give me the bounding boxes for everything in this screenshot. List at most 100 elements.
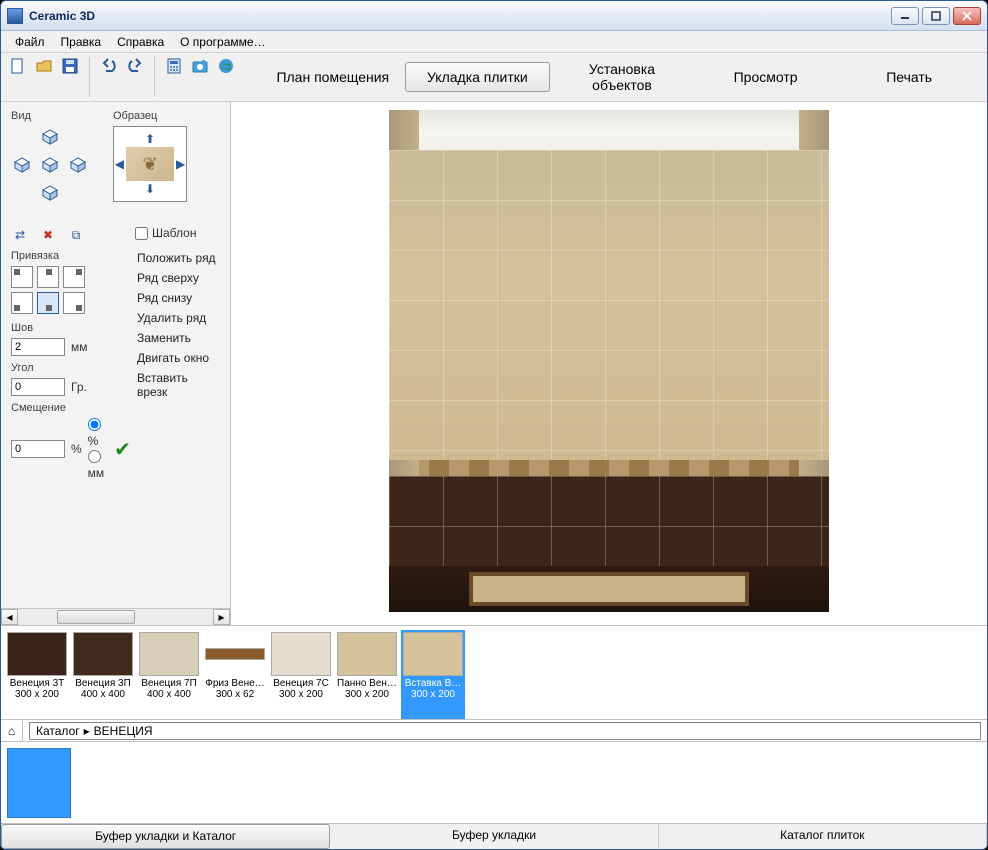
binding-label: Привязка — [11, 250, 115, 262]
tile-card[interactable]: Венеция 7С300 x 200 — [269, 630, 333, 719]
replace-button[interactable]: Заменить — [135, 328, 220, 348]
menu-edit[interactable]: Правка — [53, 32, 110, 52]
move-window-button[interactable]: Двигать окно — [135, 348, 220, 368]
delete-tool-icon[interactable]: ✖ — [39, 226, 57, 244]
tab-print[interactable]: Печать — [837, 63, 981, 91]
seam-input[interactable] — [11, 338, 65, 356]
tile-card[interactable]: Венеция 3П400 x 400 — [71, 630, 135, 719]
tile-card[interactable]: Венеция 3Т300 x 200 — [5, 630, 69, 719]
bottom-tab-buffer-catalog[interactable]: Буфер укладки и Каталог — [1, 824, 330, 849]
tile-card[interactable]: Панно Вен…300 x 200 — [335, 630, 399, 719]
tile-card[interactable]: Фриз Вене…300 x 62 — [203, 630, 267, 719]
sample-left-arrow-icon[interactable]: ◀ — [113, 156, 126, 172]
redo-icon[interactable] — [124, 55, 146, 77]
sample-tile-preview[interactable] — [126, 147, 174, 181]
undo-icon[interactable] — [98, 55, 120, 77]
snap-bottom-left[interactable] — [11, 292, 33, 314]
titlebar[interactable]: Ceramic 3D — [1, 1, 987, 31]
tile-size: 300 x 62 — [216, 689, 254, 700]
new-file-icon[interactable] — [7, 55, 29, 77]
tile-name: Венеция 7С — [270, 678, 332, 689]
scroll-left-icon[interactable]: ◂ — [1, 609, 18, 625]
tile-name: Фриз Вене… — [204, 678, 266, 689]
apply-check-icon[interactable]: ✔ — [114, 437, 131, 462]
minimize-button[interactable] — [891, 7, 919, 25]
template-checkbox[interactable]: Шаблон — [135, 226, 220, 240]
offset-unit-mm[interactable]: мм — [88, 450, 105, 480]
tab-tiling[interactable]: Укладка плитки — [405, 62, 551, 92]
sample-up-arrow-icon[interactable]: ⬆ — [143, 131, 157, 147]
calculator-icon[interactable] — [163, 55, 185, 77]
view-top-icon[interactable] — [39, 126, 61, 148]
tab-plan[interactable]: План помещения — [261, 63, 405, 91]
globe-icon[interactable] — [215, 55, 237, 77]
snap-top-center[interactable] — [37, 266, 59, 288]
tab-view[interactable]: Просмотр — [694, 63, 838, 91]
lay-row-button[interactable]: Положить ряд — [135, 248, 220, 268]
tile-name: Венеция 3Т — [6, 678, 68, 689]
camera-icon[interactable] — [189, 55, 211, 77]
scroll-track[interactable] — [18, 609, 213, 625]
catalog-strip: Венеция 3Т300 x 200Венеция 3П400 x 400Ве… — [1, 625, 987, 719]
row-below-button[interactable]: Ряд снизу — [135, 288, 220, 308]
scroll-thumb[interactable] — [57, 610, 135, 624]
tab-objects[interactable]: Установка объектов — [550, 55, 694, 99]
delete-row-button[interactable]: Удалить ряд — [135, 308, 220, 328]
room-render — [389, 110, 829, 612]
view-front-icon[interactable] — [39, 154, 61, 176]
breadcrumb-root: Каталог — [36, 724, 80, 738]
offset-input[interactable] — [11, 440, 65, 458]
row-above-button[interactable]: Ряд сверху — [135, 268, 220, 288]
viewport-3d[interactable] — [231, 102, 987, 625]
tile-size: 300 x 200 — [411, 689, 455, 700]
maximize-button[interactable] — [922, 7, 950, 25]
bottom-tab-buffer[interactable]: Буфер укладки — [330, 824, 658, 849]
tile-name: Вставка В… — [402, 678, 464, 689]
view-right-icon[interactable] — [67, 154, 89, 176]
offset-unit-percent[interactable]: % — [88, 418, 105, 448]
tile-name: Венеция 7П — [138, 678, 200, 689]
sample-box: ⬆ ◀ ▶ ⬇ — [113, 126, 187, 202]
snap-top-right[interactable] — [63, 266, 85, 288]
angle-unit: Гр. — [71, 380, 87, 394]
tile-name: Панно Вен… — [336, 678, 398, 689]
snap-bottom-right[interactable] — [63, 292, 85, 314]
scroll-right-icon[interactable]: ▸ — [213, 609, 230, 625]
tile-card[interactable]: Венеция 7П400 x 400 — [137, 630, 201, 719]
open-file-icon[interactable] — [33, 55, 55, 77]
tile-thumb — [271, 632, 331, 676]
angle-input[interactable] — [11, 378, 65, 396]
tile-name: Венеция 3П — [72, 678, 134, 689]
offset-label: Смещение — [11, 402, 115, 414]
tile-card[interactable]: Вставка В…300 x 200 — [401, 630, 465, 719]
sample-down-arrow-icon[interactable]: ⬇ — [143, 181, 157, 197]
breadcrumb[interactable]: Каталог ▸ ВЕНЕЦИЯ — [29, 722, 981, 740]
seam-unit: мм — [71, 340, 88, 354]
menu-about[interactable]: О программе… — [172, 32, 273, 52]
tile-thumb — [337, 632, 397, 676]
save-icon[interactable] — [59, 55, 81, 77]
sample-right-arrow-icon[interactable]: ▶ — [174, 156, 187, 172]
buffer-swatch[interactable] — [7, 748, 71, 818]
menu-file[interactable]: Файл — [7, 32, 53, 52]
view-bottom-icon[interactable] — [39, 182, 61, 204]
insert-cut-button[interactable]: Вставить врезк — [135, 368, 220, 402]
snap-grid — [11, 266, 115, 314]
tile-size: 300 x 200 — [345, 689, 389, 700]
tile-thumb — [139, 632, 199, 676]
workspace: Вид О — [1, 102, 987, 625]
bottom-tab-catalog[interactable]: Каталог плиток — [659, 824, 987, 849]
view-label: Вид — [11, 110, 93, 122]
tile-thumb — [205, 648, 265, 660]
snap-bottom-center[interactable] — [37, 292, 59, 314]
close-button[interactable] — [953, 7, 981, 25]
panel-scrollbar[interactable]: ◂ ▸ — [1, 608, 230, 625]
link-tool-icon[interactable]: ⇄ — [11, 226, 29, 244]
catalog-home-icon[interactable]: ⌂ — [1, 721, 23, 741]
snap-top-left[interactable] — [11, 266, 33, 288]
view-left-icon[interactable] — [11, 154, 33, 176]
tile-thumb — [403, 632, 463, 676]
tile-size: 300 x 200 — [279, 689, 323, 700]
menu-help[interactable]: Справка — [109, 32, 172, 52]
duplicate-tool-icon[interactable]: ⧉ — [67, 226, 85, 244]
